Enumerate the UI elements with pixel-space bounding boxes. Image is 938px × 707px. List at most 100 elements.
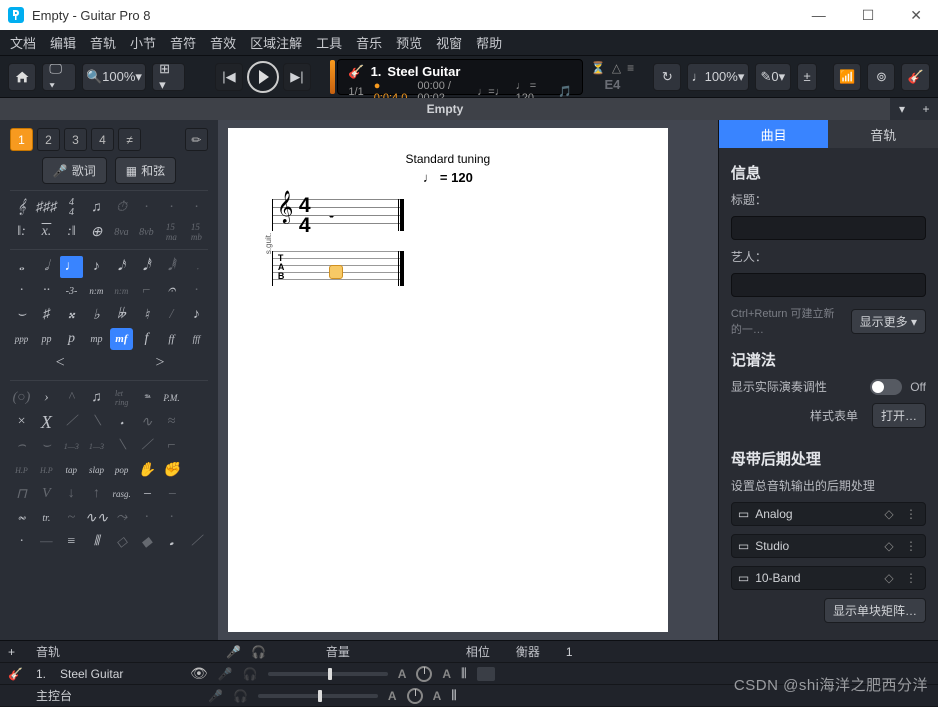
- fff-icon[interactable]: fff: [185, 328, 208, 350]
- double-dot-icon[interactable]: ··: [35, 280, 58, 302]
- edit-cursor[interactable]: [329, 265, 343, 279]
- grace-icon[interactable]: ♪: [185, 304, 208, 326]
- preset-menu-icon[interactable]: ⋮: [903, 507, 919, 521]
- display-mode-button[interactable]: 🖵 ▾: [42, 63, 75, 91]
- menu-window[interactable]: 视窗: [436, 33, 462, 52]
- ped-icon[interactable]: 𝆮: [135, 387, 158, 409]
- pan-knob[interactable]: [416, 666, 432, 682]
- doubleflat-icon[interactable]: 𝄫: [110, 304, 133, 326]
- tap-icon[interactable]: tap: [60, 459, 83, 481]
- show-more-button[interactable]: 显示更多 ▾: [851, 309, 926, 334]
- trill-icon[interactable]: 𝆗: [10, 507, 33, 529]
- p-icon[interactable]: ⟋: [185, 531, 208, 553]
- sixteenth-note-icon[interactable]: 𝅘𝅥𝅯: [110, 256, 133, 278]
- sixtyfourth-note-icon[interactable]: 𝅘𝅥𝅱: [160, 256, 183, 278]
- tab-song[interactable]: 曲目: [719, 120, 829, 148]
- v1-icon[interactable]: 1—3: [60, 435, 83, 457]
- ottava-icon[interactable]: 8va: [110, 221, 133, 243]
- brush-icon[interactable]: ⎯: [135, 483, 158, 505]
- prev-button[interactable]: |◀: [215, 63, 243, 91]
- tenuto-icon[interactable]: —: [35, 531, 58, 553]
- tr-icon[interactable]: tr.: [35, 507, 58, 529]
- crescendo-icon[interactable]: <: [10, 352, 108, 374]
- new-document-button[interactable]: ▾: [890, 98, 914, 120]
- quarter-note-icon[interactable]: ♩: [60, 256, 83, 278]
- ff-icon[interactable]: ff: [160, 328, 183, 350]
- eq-icon[interactable]: ⫼: [461, 666, 467, 681]
- p-icon[interactable]: ·: [160, 197, 183, 219]
- menu-effects[interactable]: 音效: [210, 33, 236, 52]
- slide2-icon[interactable]: ⟍: [85, 411, 108, 433]
- barline-icon[interactable]: :‖: [60, 221, 83, 243]
- decrescendo-icon[interactable]: >: [110, 352, 208, 374]
- doublesharp-icon[interactable]: 𝄪: [60, 304, 83, 326]
- v3-icon[interactable]: ⟍: [110, 435, 133, 457]
- p-dynamic-icon[interactable]: p: [60, 328, 83, 350]
- master-volume-slider[interactable]: [258, 694, 378, 698]
- harm2-icon[interactable]: ◆: [135, 531, 158, 553]
- vib-icon[interactable]: ~: [60, 507, 83, 529]
- arp-icon[interactable]: ↓: [60, 483, 83, 505]
- preset-updown-icon[interactable]: ◇: [881, 571, 897, 585]
- p-icon[interactable]: ·: [135, 197, 158, 219]
- show-matrix-button[interactable]: 显示单块矩阵…: [824, 598, 926, 623]
- auto-a[interactable]: A: [442, 667, 451, 681]
- mastering-preset-row[interactable]: ▭ Analog ◇ ⋮: [731, 502, 926, 526]
- wave-icon[interactable]: ∿: [135, 411, 158, 433]
- upstroke-icon[interactable]: ⊓: [10, 483, 33, 505]
- ottavb-icon[interactable]: 8vb: [135, 221, 158, 243]
- note-icon[interactable]: 𝅭: [185, 256, 208, 278]
- score-canvas[interactable]: Standard tuning ♩ = 120 s.guit. 𝄞 44 𝄻 T…: [218, 120, 718, 640]
- pop-icon[interactable]: pop: [110, 459, 133, 481]
- p-icon[interactable]: [185, 387, 208, 409]
- menu-bar[interactable]: 小节: [130, 33, 156, 52]
- design-mode-button[interactable]: ✏: [185, 128, 208, 151]
- heavy-accent-icon[interactable]: ^: [60, 387, 83, 409]
- solo-icon[interactable]: 🎧: [243, 667, 258, 681]
- menu-section[interactable]: 区域注解: [250, 33, 302, 52]
- x-note-icon[interactable]: X: [35, 411, 58, 433]
- tremolo2-icon[interactable]: ⫴: [85, 531, 108, 553]
- menu-tools[interactable]: 工具: [316, 33, 342, 52]
- dot-icon[interactable]: ·: [10, 280, 33, 302]
- thirtysecond-note-icon[interactable]: 𝅘𝅥𝅰: [135, 256, 158, 278]
- letring-icon[interactable]: letring: [110, 387, 133, 409]
- insert-slot[interactable]: [477, 667, 495, 681]
- repeat-open-icon[interactable]: ‖:: [10, 221, 33, 243]
- maximize-button[interactable]: ☐: [854, 7, 883, 24]
- master-row[interactable]: 主控台 🎤 🎧 A A ⫼: [0, 685, 938, 707]
- ppp-icon[interactable]: ppp: [10, 328, 33, 350]
- hammer-icon[interactable]: ⌢: [10, 435, 33, 457]
- mf-icon[interactable]: mf: [110, 328, 133, 350]
- visibility-icon[interactable]: 👁: [190, 665, 208, 682]
- volume-slider[interactable]: [268, 672, 388, 676]
- solo-icon[interactable]: 🎧: [233, 689, 248, 703]
- tremolo-icon[interactable]: ≡: [60, 531, 83, 553]
- f-icon[interactable]: f: [135, 328, 158, 350]
- tuplet3-icon[interactable]: -3-: [60, 280, 83, 302]
- flat-icon[interactable]: ♭: [85, 304, 108, 326]
- downstroke-icon[interactable]: V: [35, 483, 58, 505]
- track-info[interactable]: 🎸1. Steel Guitar 1/1 ● 0:0:4.0 00:00 / 0…: [337, 59, 582, 95]
- p-icon[interactable]: ·: [185, 197, 208, 219]
- menu-help[interactable]: 帮助: [476, 33, 502, 52]
- coda-icon[interactable]: ⊕: [85, 221, 108, 243]
- next-button[interactable]: ▶|: [283, 63, 311, 91]
- rasg-icon[interactable]: rasg.: [110, 483, 133, 505]
- repeat-close-icon[interactable]: x.: [35, 221, 58, 243]
- home-button[interactable]: [8, 63, 36, 91]
- trem-icon[interactable]: ⤳: [110, 507, 133, 529]
- tonality-toggle[interactable]: [870, 379, 902, 395]
- minimize-button[interactable]: —: [804, 7, 834, 24]
- p-icon[interactable]: ·: [135, 507, 158, 529]
- master-pan-knob[interactable]: [407, 688, 423, 704]
- mute-icon[interactable]: 🎤: [218, 667, 233, 681]
- ntuplet-icon[interactable]: n:m: [110, 280, 133, 302]
- 15ma-icon[interactable]: 15ma: [160, 221, 183, 243]
- mic-icon[interactable]: 🎤: [226, 645, 241, 659]
- tie-icon[interactable]: ⌣: [10, 304, 33, 326]
- headphone-icon[interactable]: 🎧: [251, 645, 266, 659]
- line-icon[interactable]: ≡: [627, 61, 634, 75]
- menu-sound[interactable]: 音乐: [356, 33, 382, 52]
- whole-note-icon[interactable]: 𝅝: [10, 256, 33, 278]
